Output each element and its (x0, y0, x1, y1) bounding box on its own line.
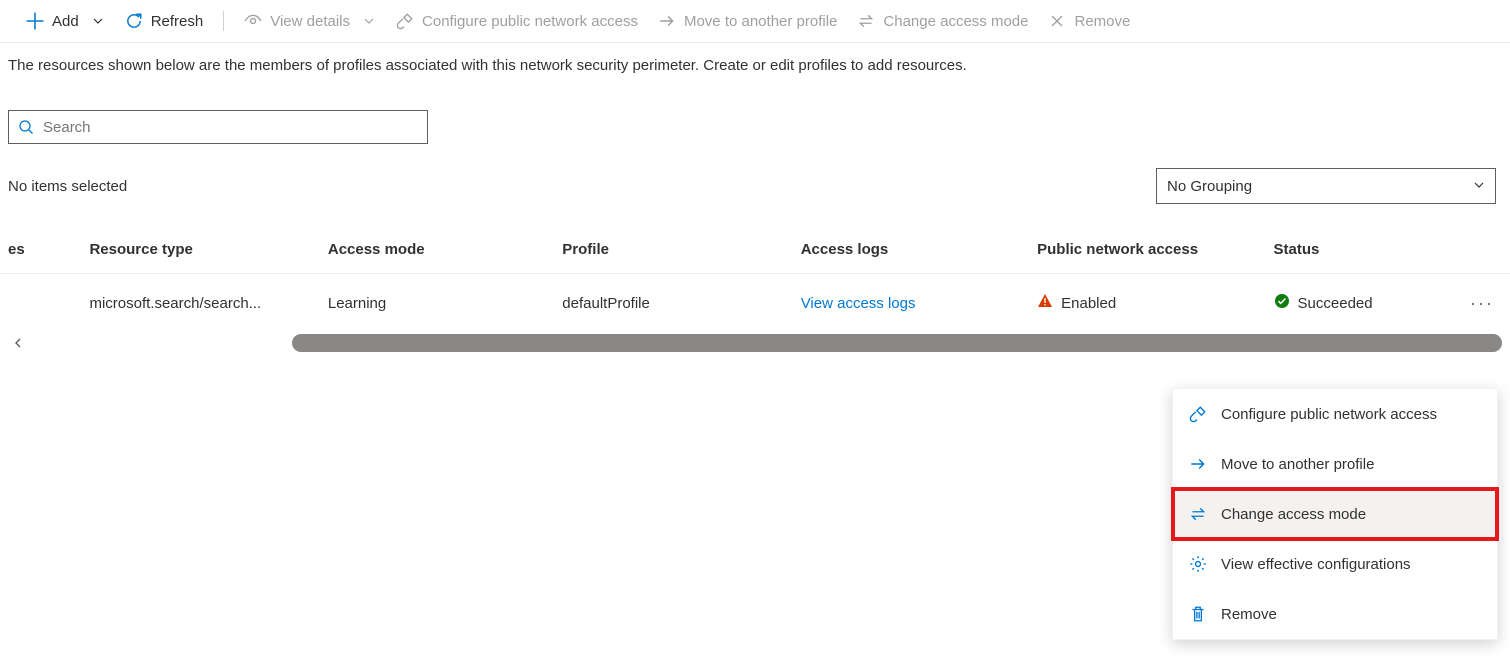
row-context-menu: Configure public network access Move to … (1172, 388, 1498, 640)
horizontal-scrollbar[interactable] (0, 332, 1510, 354)
view-access-logs-link[interactable]: View access logs (801, 295, 916, 312)
ctx-view-effective-label: View effective configurations (1221, 556, 1411, 573)
search-icon (9, 119, 43, 135)
configure-pna-label: Configure public network access (422, 13, 638, 30)
remove-button[interactable]: Remove (1040, 8, 1138, 34)
view-details-button[interactable]: View details (236, 8, 384, 34)
ctx-change-access-label: Change access mode (1221, 506, 1366, 523)
description-text: The resources shown below are the member… (0, 43, 1510, 82)
ctx-move-profile-label: Move to another profile (1221, 456, 1374, 473)
cell-profile: defaultProfile (562, 295, 800, 312)
cell-resource-type: microsoft.search/search... (89, 295, 327, 312)
scroll-track[interactable] (32, 334, 1502, 352)
col-profile[interactable]: Profile (562, 241, 800, 258)
arrow-right-icon (658, 12, 676, 30)
swap-icon (1189, 505, 1207, 523)
chevron-down-icon (362, 14, 376, 28)
gear-icon (1189, 555, 1207, 573)
toolbar: Add Refresh View details Configure publi… (0, 0, 1510, 43)
refresh-label: Refresh (151, 13, 204, 30)
table-header: es Resource type Access mode Profile Acc… (0, 226, 1510, 274)
search-input[interactable] (43, 111, 427, 143)
add-label: Add (52, 13, 79, 30)
chevron-down-icon (91, 14, 105, 28)
row-more-button[interactable]: ··· (1470, 293, 1494, 314)
col-es[interactable]: es (8, 241, 89, 258)
arrow-right-icon (1189, 455, 1207, 473)
toolbar-separator (223, 11, 224, 31)
close-icon (1048, 12, 1066, 30)
ctx-remove[interactable]: Remove (1173, 589, 1497, 639)
ctx-view-effective[interactable]: View effective configurations (1173, 539, 1497, 589)
selection-row: No items selected No Grouping (0, 168, 1510, 204)
cell-status: Succeeded (1298, 295, 1373, 312)
add-button[interactable]: Add (18, 8, 113, 34)
plus-icon (26, 12, 44, 30)
swap-icon (857, 12, 875, 30)
cell-access-mode: Learning (328, 295, 562, 312)
view-details-label: View details (270, 13, 350, 30)
move-profile-label: Move to another profile (684, 13, 837, 30)
col-access-mode[interactable]: Access mode (328, 241, 562, 258)
col-access-logs[interactable]: Access logs (801, 241, 1037, 258)
refresh-button[interactable]: Refresh (117, 8, 212, 34)
ctx-remove-label: Remove (1221, 606, 1277, 623)
move-profile-button[interactable]: Move to another profile (650, 8, 845, 34)
grouping-select[interactable]: No Grouping (1156, 168, 1496, 204)
ctx-configure-pna[interactable]: Configure public network access (1173, 389, 1497, 439)
remove-label: Remove (1074, 13, 1130, 30)
trash-icon (1189, 605, 1207, 623)
refresh-icon (125, 12, 143, 30)
resources-table: es Resource type Access mode Profile Acc… (0, 226, 1510, 354)
table-row[interactable]: microsoft.search/search... Learning defa… (0, 274, 1510, 332)
scroll-left-icon[interactable] (8, 337, 28, 349)
cell-pna: Enabled (1061, 295, 1116, 312)
change-access-button[interactable]: Change access mode (849, 8, 1036, 34)
grouping-value: No Grouping (1167, 178, 1252, 195)
change-access-label: Change access mode (883, 13, 1028, 30)
eye-icon (244, 12, 262, 30)
configure-pna-button[interactable]: Configure public network access (388, 8, 646, 34)
col-pna[interactable]: Public network access (1037, 241, 1273, 258)
success-icon (1274, 293, 1290, 313)
selection-text: No items selected (8, 178, 127, 195)
warning-icon (1037, 293, 1053, 313)
search-wrapper (8, 110, 428, 144)
col-resource-type[interactable]: Resource type (89, 241, 327, 258)
col-status[interactable]: Status (1274, 241, 1463, 258)
plug-icon (1189, 405, 1207, 423)
plug-icon (396, 12, 414, 30)
ctx-change-access[interactable]: Change access mode (1173, 489, 1497, 539)
chevron-down-icon (1473, 178, 1485, 195)
ctx-move-profile[interactable]: Move to another profile (1173, 439, 1497, 489)
ctx-configure-pna-label: Configure public network access (1221, 406, 1437, 423)
scroll-thumb[interactable] (292, 334, 1502, 352)
